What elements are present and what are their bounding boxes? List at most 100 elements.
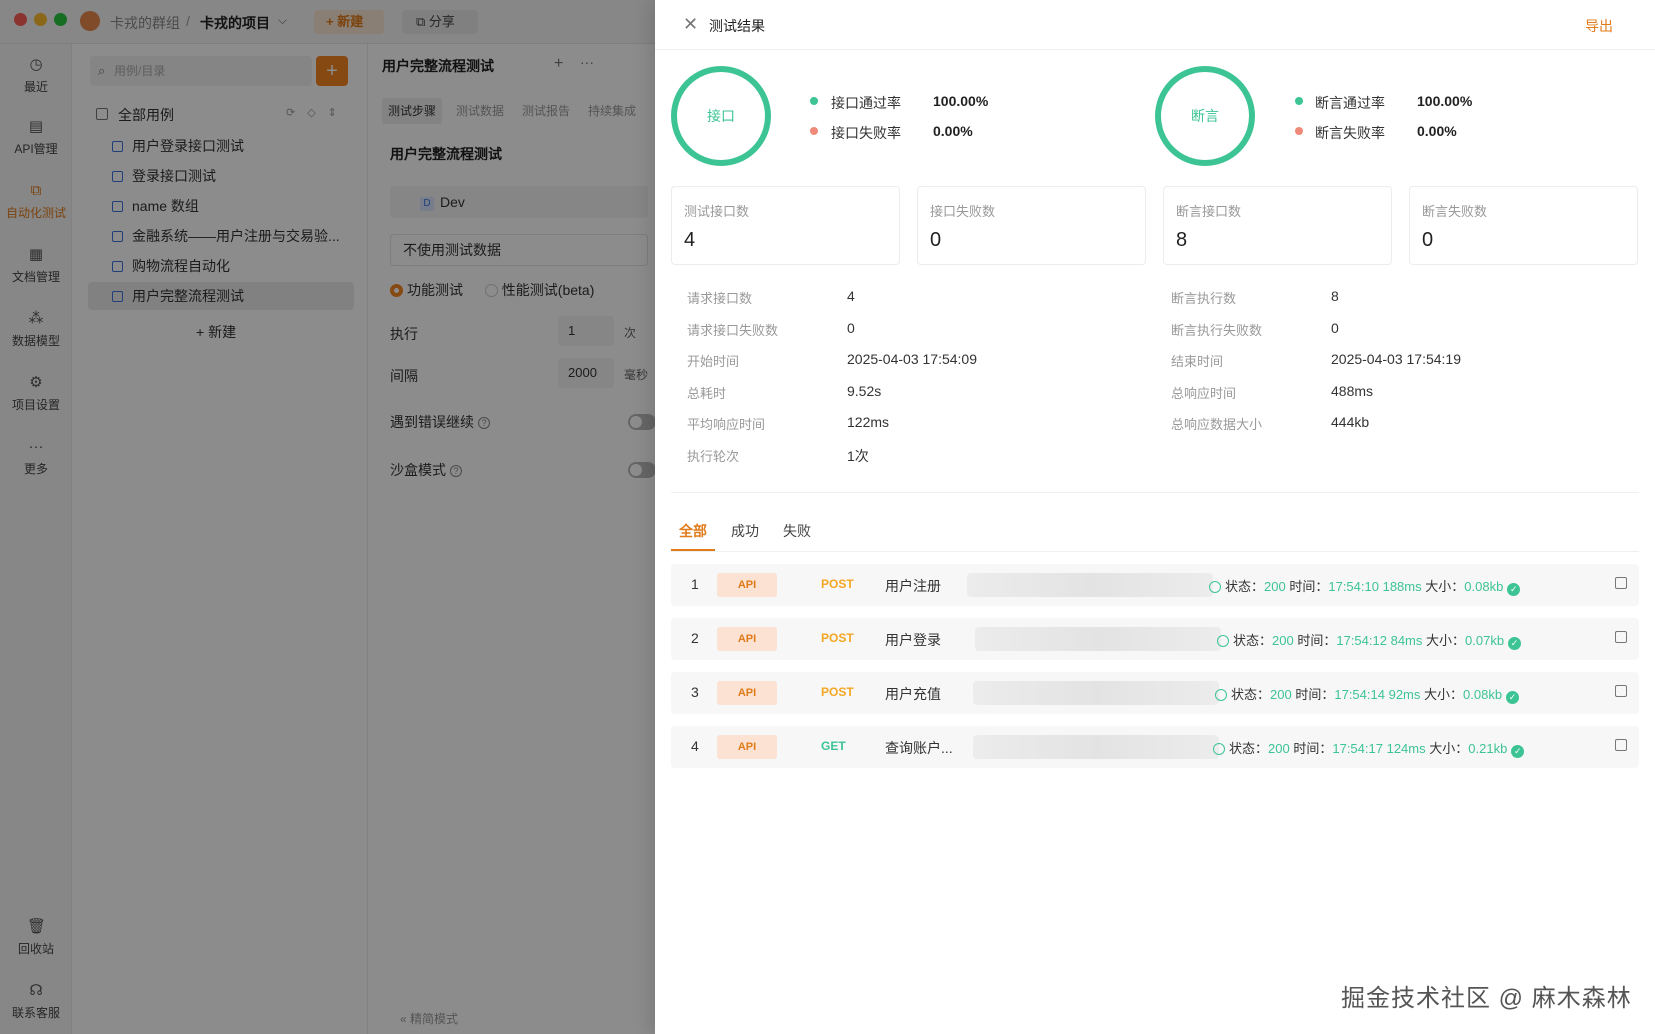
row-number: 4 — [691, 738, 699, 754]
globe-icon — [1217, 635, 1229, 647]
globe-icon — [1213, 743, 1225, 755]
stat-card-test-interfaces: 测试接口数 4 — [671, 186, 900, 265]
divider — [655, 49, 1655, 50]
divider — [671, 492, 1639, 493]
status-prefix: 状态： — [1231, 687, 1271, 702]
check-icon: ✓ — [1506, 691, 1520, 704]
redacted-url — [967, 573, 1213, 597]
time-prefix: 时间： — [1293, 741, 1333, 756]
interface-pass-label: 接口通过率 — [831, 95, 901, 111]
test-result-drawer: ✕ 测试结果 导出 接口 接口通过率 100.00% 接口失败率 0.00% 断… — [655, 0, 1655, 1034]
kv-value: 4 — [847, 288, 855, 304]
kv-label: 总响应时间 — [1171, 386, 1237, 401]
http-method: POST — [821, 631, 854, 645]
kv-label: 请求接口数 — [687, 291, 753, 306]
row-status: 状态：200 时间：17:54:10 188ms 大小：0.08kb ✓ — [1209, 576, 1521, 596]
kv-value: 0 — [847, 320, 855, 336]
copy-icon[interactable] — [1615, 685, 1627, 697]
http-method: POST — [821, 577, 854, 591]
assert-pass-ring: 断言 — [1155, 66, 1255, 166]
stat-label: 测试接口数 — [684, 204, 750, 219]
legend-dot-fail — [810, 127, 818, 135]
size-value: 0.08kb — [1463, 687, 1503, 702]
http-method: GET — [821, 739, 846, 753]
watermark: 掘金技术社区 @ 麻木森林 — [1341, 985, 1632, 1012]
result-row[interactable]: 1 API POST 用户注册 状态：200 时间：17:54:10 188ms… — [671, 564, 1639, 606]
stat-card-assert-interfaces: 断言接口数 8 — [1163, 186, 1392, 265]
kv-value: 122ms — [847, 414, 890, 430]
duration-value: 92ms — [1388, 687, 1421, 702]
time-value: 17:54:10 — [1328, 579, 1379, 594]
row-number: 1 — [691, 576, 699, 592]
kv-label: 总响应数据大小 — [1171, 417, 1263, 432]
interface-pass-value: 100.00% — [933, 93, 989, 109]
copy-icon[interactable] — [1615, 739, 1627, 751]
kv-value: 488ms — [1331, 383, 1374, 399]
status-code: 200 — [1264, 579, 1286, 594]
kv-label: 平均响应时间 — [687, 417, 766, 432]
kv-value: 8 — [1331, 288, 1339, 304]
copy-icon[interactable] — [1615, 631, 1627, 643]
legend-dot-pass — [810, 97, 818, 105]
copy-icon[interactable] — [1615, 577, 1627, 589]
export-button[interactable]: 导出 — [1585, 16, 1613, 36]
assert-fail-label: 断言失败率 — [1315, 125, 1385, 141]
interface-fail-label: 接口失败率 — [831, 125, 901, 141]
stat-value: 4 — [684, 229, 696, 251]
row-number: 2 — [691, 630, 699, 646]
request-name: 用户充值 — [885, 686, 941, 702]
status-code: 200 — [1270, 687, 1292, 702]
status-code: 200 — [1268, 741, 1290, 756]
legend-dot-pass — [1295, 97, 1303, 105]
redacted-url — [975, 627, 1221, 651]
time-prefix: 时间： — [1297, 633, 1337, 648]
row-number: 3 — [691, 684, 699, 700]
modal-overlay[interactable] — [0, 0, 655, 1034]
tab-success[interactable]: 成功 — [731, 521, 759, 541]
result-row[interactable]: 4 API GET 查询账户... 状态：200 时间：17:54:17 124… — [671, 726, 1639, 768]
kv-label: 结束时间 — [1171, 354, 1224, 369]
redacted-url — [973, 681, 1219, 705]
stat-card-interface-failures: 接口失败数 0 — [917, 186, 1146, 265]
api-badge: API — [717, 573, 777, 597]
result-row[interactable]: 3 API POST 用户充值 状态：200 时间：17:54:14 92ms … — [671, 672, 1639, 714]
assert-pass-value: 100.00% — [1417, 93, 1473, 109]
tab-failed[interactable]: 失败 — [783, 521, 811, 541]
row-status: 状态：200 时间：17:54:14 92ms 大小：0.08kb ✓ — [1215, 684, 1520, 704]
http-method: POST — [821, 685, 854, 699]
check-icon: ✓ — [1508, 637, 1522, 650]
api-badge: API — [717, 681, 777, 705]
time-value: 17:54:14 — [1334, 687, 1385, 702]
tab-all[interactable]: 全部 — [679, 521, 707, 541]
request-name: 用户登录 — [885, 632, 941, 648]
duration-value: 84ms — [1390, 633, 1423, 648]
kv-label: 断言执行失败数 — [1171, 323, 1263, 338]
size-value: 0.08kb — [1464, 579, 1504, 594]
close-icon[interactable]: ✕ — [683, 14, 698, 35]
result-row[interactable]: 2 API POST 用户登录 状态：200 时间：17:54:12 84ms … — [671, 618, 1639, 660]
status-code: 200 — [1272, 633, 1294, 648]
kv-value: 0 — [1331, 320, 1339, 336]
size-prefix: 大小： — [1424, 687, 1464, 702]
kv-value: 9.52s — [847, 383, 882, 399]
globe-icon — [1215, 689, 1227, 701]
kv-label: 执行轮次 — [687, 449, 740, 464]
size-prefix: 大小： — [1429, 741, 1469, 756]
time-prefix: 时间： — [1289, 579, 1329, 594]
row-status: 状态：200 时间：17:54:17 124ms 大小：0.21kb ✓ — [1213, 738, 1525, 758]
assert-pass-label: 断言通过率 — [1315, 95, 1385, 111]
kv-label: 请求接口失败数 — [687, 323, 779, 338]
kv-value: 2025-04-03 17:54:19 — [1331, 351, 1461, 367]
size-prefix: 大小： — [1426, 633, 1466, 648]
api-badge: API — [717, 627, 777, 651]
duration-value: 124ms — [1386, 741, 1426, 756]
request-name: 用户注册 — [885, 578, 941, 594]
check-icon: ✓ — [1511, 745, 1525, 758]
size-value: 0.21kb — [1468, 741, 1508, 756]
kv-label: 断言执行数 — [1171, 291, 1237, 306]
stat-value: 0 — [1422, 229, 1434, 251]
size-prefix: 大小： — [1425, 579, 1465, 594]
status-prefix: 状态： — [1225, 579, 1265, 594]
stat-value: 8 — [1176, 229, 1188, 251]
time-value: 17:54:17 — [1332, 741, 1383, 756]
